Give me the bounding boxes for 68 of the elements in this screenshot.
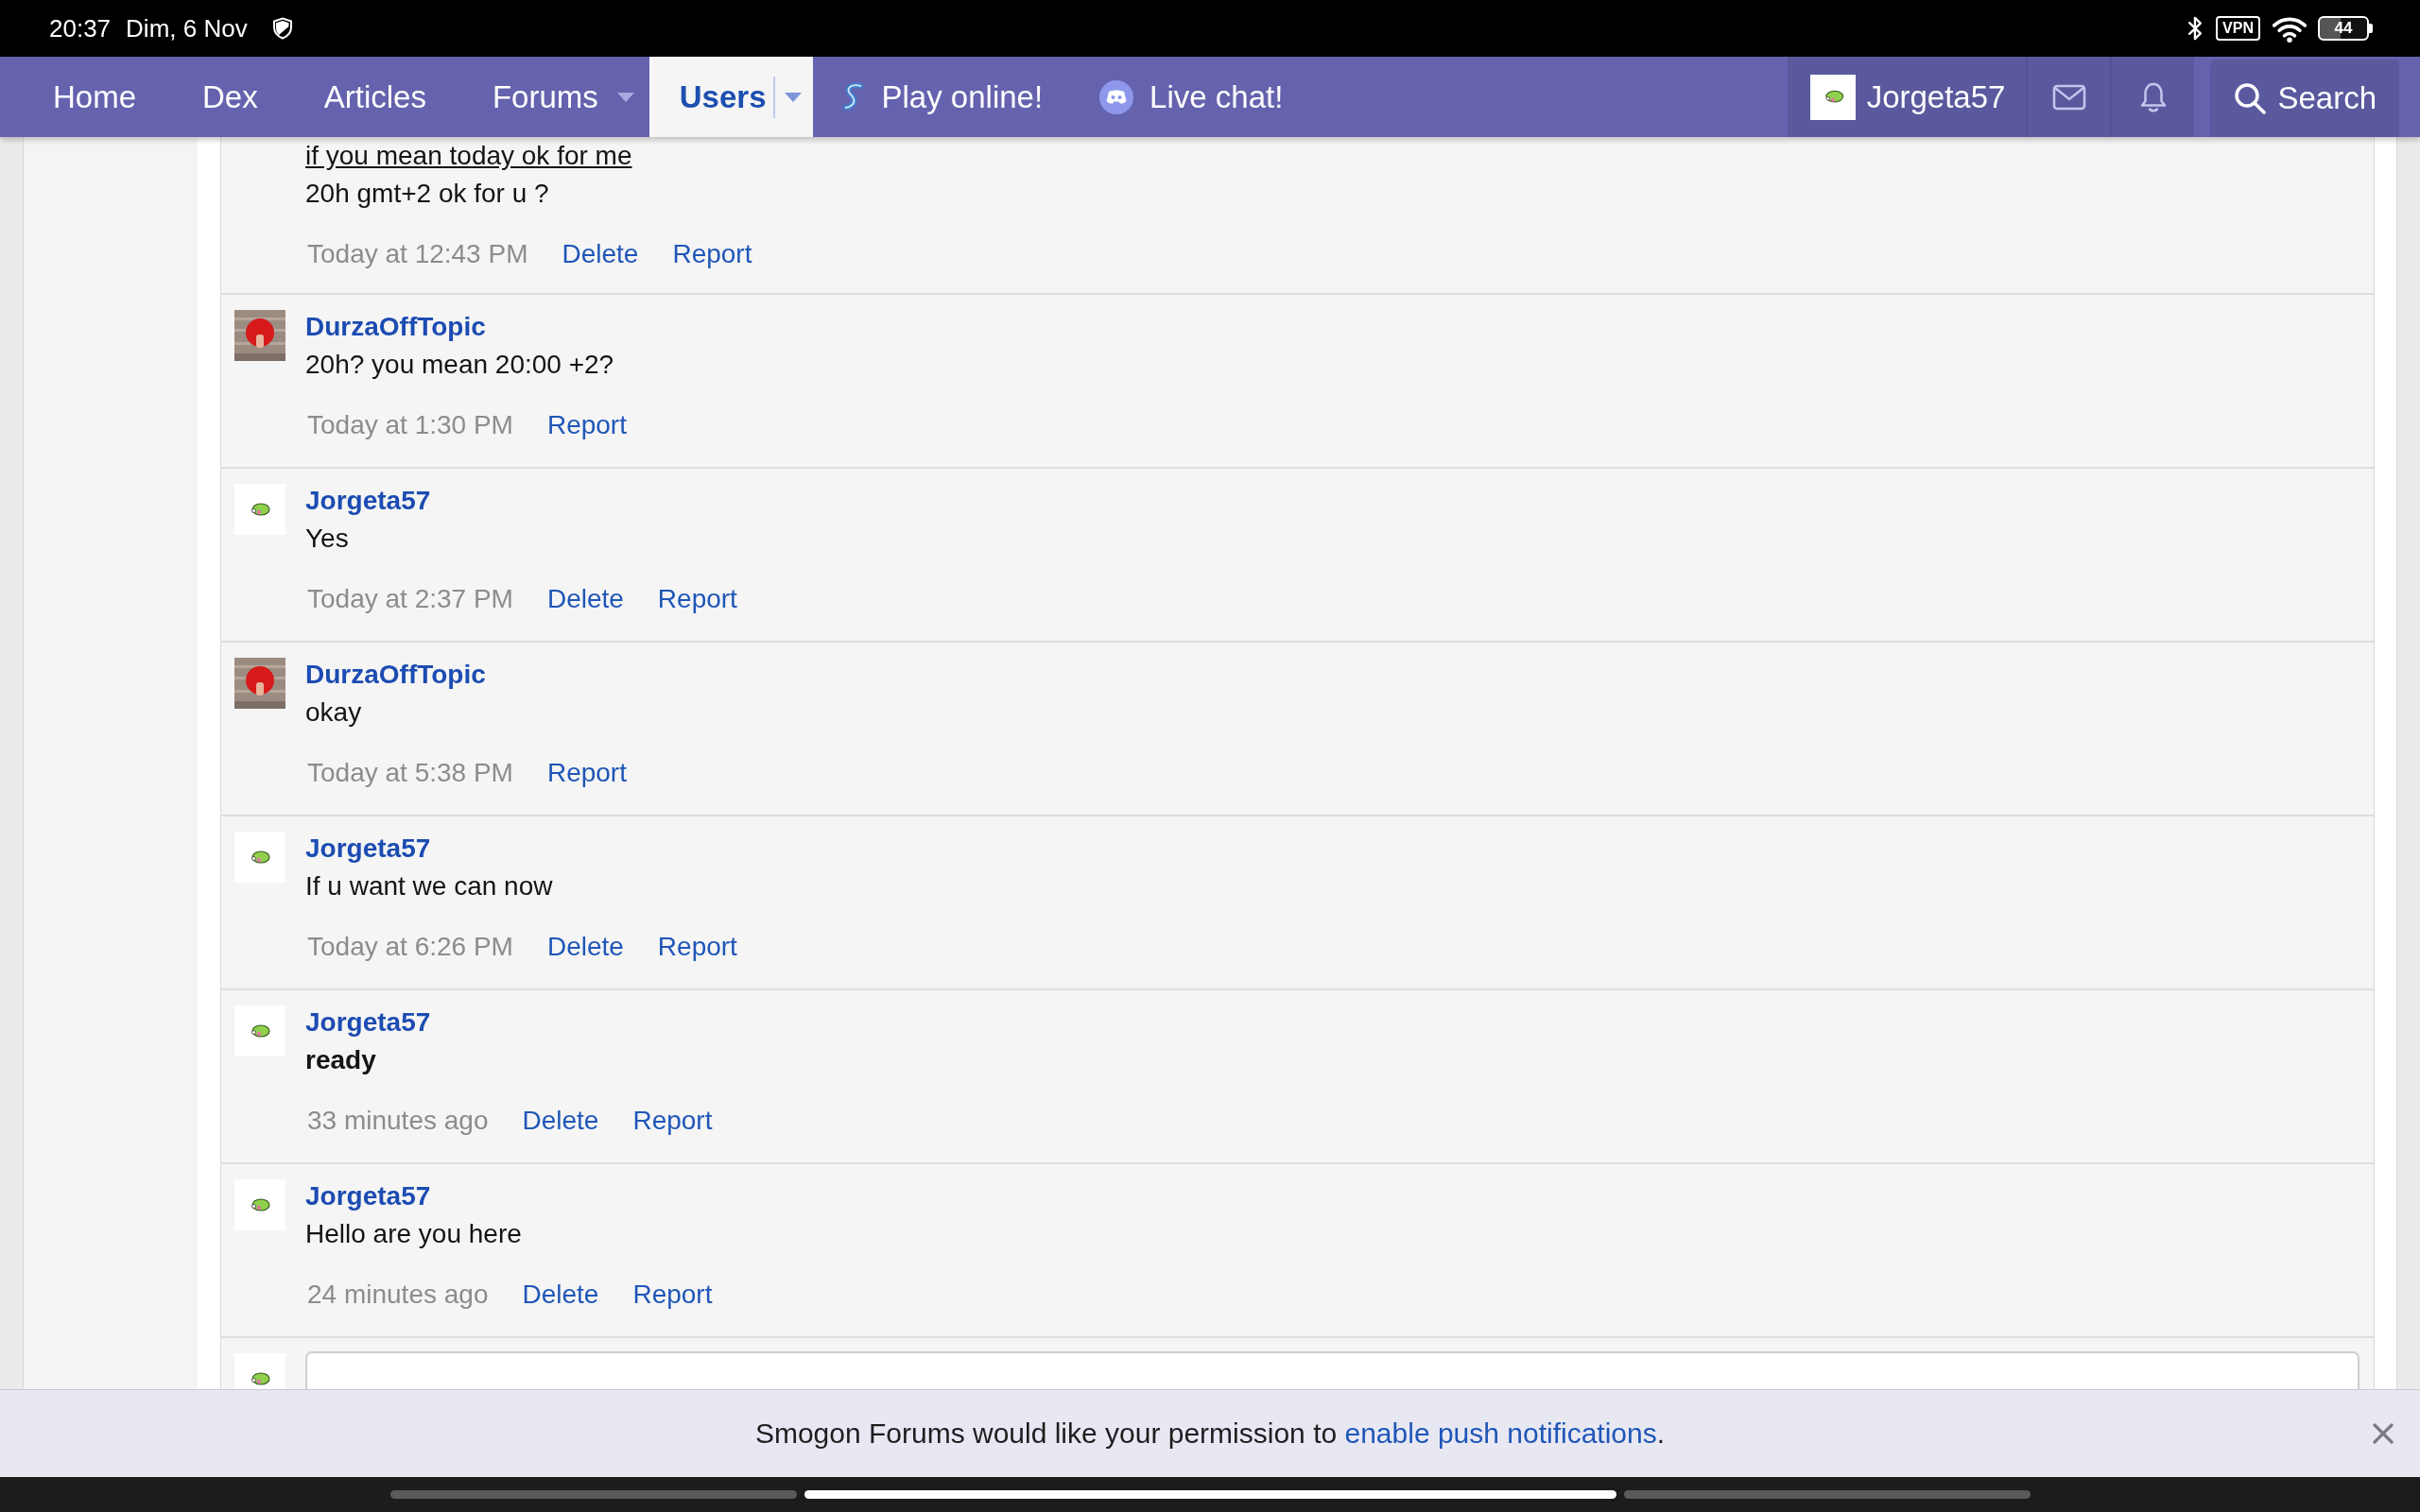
alerts-button[interactable] bbox=[2110, 57, 2195, 137]
report-link[interactable]: Report bbox=[657, 928, 737, 966]
comment-input-field[interactable] bbox=[305, 1351, 2360, 1389]
user-avatar[interactable] bbox=[234, 832, 285, 883]
user-avatar[interactable] bbox=[234, 658, 285, 709]
delete-link[interactable]: Delete bbox=[522, 1102, 599, 1140]
user-avatar[interactable] bbox=[234, 1005, 285, 1057]
nav-tab[interactable]: Dex bbox=[169, 57, 291, 137]
report-link[interactable]: Report bbox=[672, 235, 752, 273]
report-link[interactable]: Report bbox=[657, 580, 737, 618]
comment-text: ready bbox=[305, 1044, 376, 1076]
comment-time: Today at 2:37 PM bbox=[307, 583, 513, 615]
delete-link[interactable]: Delete bbox=[522, 1276, 599, 1314]
comment-text: okay bbox=[305, 696, 362, 729]
comment-author[interactable]: Jorgeta57 bbox=[305, 482, 431, 520]
status-date: Dim, 6 Nov bbox=[126, 13, 248, 43]
swoosh-logo-icon bbox=[841, 82, 866, 112]
comment-time: Today at 12:43 PM bbox=[307, 238, 528, 270]
nav-tab[interactable]: Articles bbox=[290, 57, 459, 137]
comment-time: 33 minutes ago bbox=[307, 1105, 489, 1137]
user-avatar[interactable] bbox=[234, 1179, 285, 1230]
nav-tab[interactable]: Forums bbox=[458, 57, 649, 137]
user-avatar[interactable] bbox=[234, 310, 285, 361]
enable-notifications-link[interactable]: enable push notifications bbox=[1344, 1418, 1657, 1449]
comment-text: If u want we can now bbox=[305, 870, 553, 902]
comment-text: 20h? you mean 20:00 +2? bbox=[305, 349, 614, 381]
nav-link[interactable]: Live chat! bbox=[1071, 57, 1312, 137]
permission-message: Smogon Forums would like your permission to enable push notifications. bbox=[754, 1418, 1666, 1450]
comment-author[interactable]: DurzaOffTopic bbox=[305, 656, 486, 694]
clock-time: 20:37 bbox=[49, 13, 112, 43]
bluetooth-icon bbox=[2187, 15, 2204, 42]
comment-text: if you mean today ok for me bbox=[305, 140, 632, 172]
comment-time: Today at 5:38 PM bbox=[307, 757, 513, 789]
chat-logo-icon bbox=[1099, 79, 1134, 114]
envelope-icon bbox=[2051, 83, 2086, 111]
comment-time: 24 minutes ago bbox=[307, 1279, 489, 1311]
nav-tab[interactable]: Users bbox=[648, 57, 814, 137]
delete-link[interactable]: Delete bbox=[562, 235, 639, 273]
report-link[interactable]: Report bbox=[632, 1276, 713, 1314]
comment-text: Yes bbox=[305, 523, 349, 555]
report-link[interactable]: Report bbox=[546, 754, 627, 792]
user-avatar bbox=[1809, 74, 1856, 120]
comment-author[interactable]: DurzaOffTopic bbox=[305, 308, 486, 346]
comment-author[interactable]: Jorgeta57 bbox=[305, 1004, 431, 1041]
comment-author[interactable]: Jorgeta57 bbox=[305, 830, 431, 868]
comment-author[interactable]: Jorgeta57 bbox=[305, 1177, 431, 1215]
comment-text: Hello are you here bbox=[305, 1218, 522, 1250]
comment-time: Today at 6:26 PM bbox=[307, 931, 513, 963]
caret-icon[interactable] bbox=[785, 92, 803, 102]
search-icon bbox=[2234, 82, 2267, 114]
battery-indicator: 44 bbox=[2318, 16, 2373, 41]
search-button[interactable]: Search bbox=[2210, 60, 2399, 137]
bell-icon bbox=[2138, 80, 2168, 113]
comment-text: 20h gmt+2 ok for u ? bbox=[305, 178, 549, 210]
close-icon bbox=[2373, 1423, 2394, 1444]
vpn-badge: VPN bbox=[2216, 16, 2260, 41]
report-link[interactable]: Report bbox=[632, 1102, 713, 1140]
report-link[interactable]: Report bbox=[546, 406, 627, 444]
shield-icon bbox=[271, 17, 293, 40]
user-avatar[interactable] bbox=[234, 484, 285, 535]
nav-link[interactable]: Play online! bbox=[813, 57, 1072, 137]
account-menu[interactable]: Jorgeta57 bbox=[1787, 57, 2027, 137]
delete-link[interactable]: Delete bbox=[546, 928, 624, 966]
inbox-button[interactable] bbox=[2026, 57, 2111, 137]
caret-icon[interactable] bbox=[616, 92, 634, 102]
nav-tab[interactable]: Home bbox=[20, 57, 170, 137]
comment-time: Today at 1:30 PM bbox=[307, 409, 513, 441]
delete-link[interactable]: Delete bbox=[546, 580, 624, 618]
